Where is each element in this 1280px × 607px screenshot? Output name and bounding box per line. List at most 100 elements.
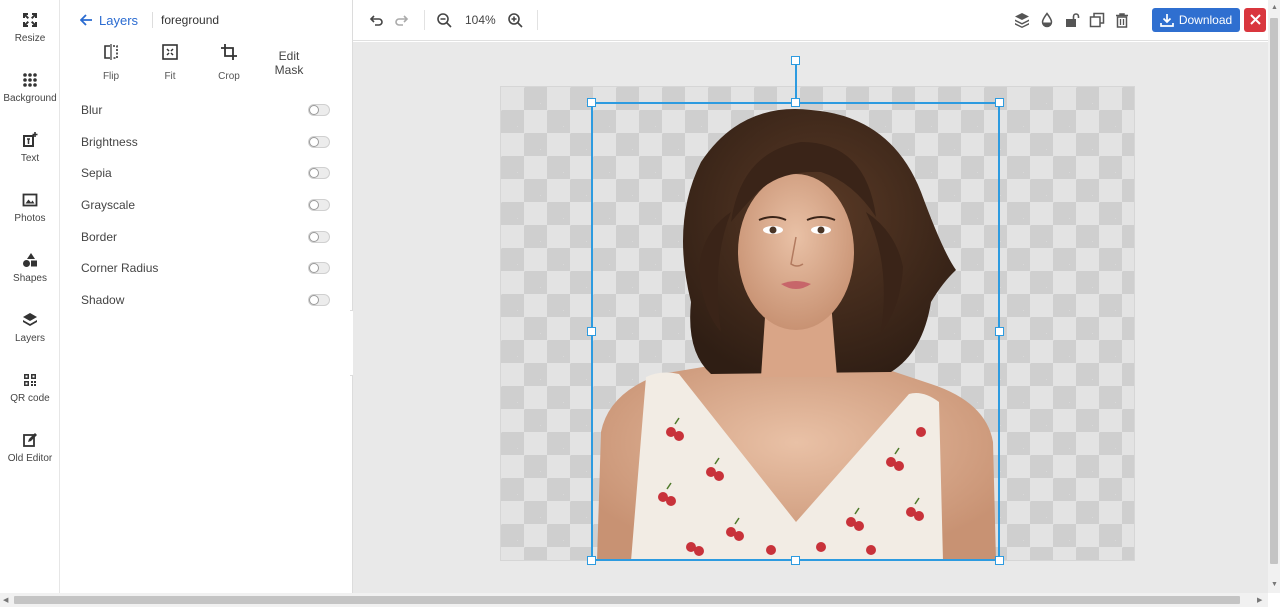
edit-mask-button[interactable]: Edit Mask <box>263 49 315 77</box>
effect-label: Sepia <box>81 166 112 180</box>
download-button[interactable]: Download <box>1152 8 1240 32</box>
resize-handle-bottom-right[interactable] <box>995 556 1004 565</box>
crop-button[interactable]: Crop <box>204 42 254 88</box>
top-toolbar: 104% Download <box>353 0 1270 41</box>
left-rail: Resize Background Text Photos Shapes Lay… <box>0 0 60 593</box>
layers-icon <box>0 312 60 332</box>
edit-icon <box>0 432 60 452</box>
rail-item-old-editor[interactable]: Old Editor <box>0 430 60 480</box>
effect-label: Blur <box>81 103 103 117</box>
crop-label: Crop <box>218 71 240 82</box>
flip-icon <box>86 44 136 66</box>
unlock-icon <box>1066 13 1080 27</box>
resize-handle-top[interactable] <box>791 98 800 107</box>
resize-handle-top-left[interactable] <box>587 98 596 107</box>
horizontal-scroll-thumb[interactable] <box>14 596 1240 604</box>
rail-item-shapes[interactable]: Shapes <box>0 250 60 300</box>
layer-order-button[interactable] <box>1012 10 1032 30</box>
shadow-toggle[interactable] <box>308 294 330 306</box>
scroll-up-icon[interactable]: ▲ <box>1271 4 1278 11</box>
zoom-in-icon <box>508 13 523 28</box>
corner-radius-toggle[interactable] <box>308 262 330 274</box>
rail-item-photos[interactable]: Photos <box>0 190 60 240</box>
resize-handle-right[interactable] <box>995 327 1004 336</box>
effect-row-sepia: Sepia <box>80 162 332 184</box>
rotate-handle[interactable] <box>791 56 800 65</box>
flip-button[interactable]: Flip <box>86 42 136 88</box>
download-icon <box>1159 14 1174 27</box>
toolbar-divider <box>424 10 425 30</box>
zoom-level[interactable]: 104% <box>465 13 496 27</box>
opacity-button[interactable] <box>1037 10 1057 30</box>
zoom-in-button[interactable] <box>505 10 525 30</box>
horizontal-scrollbar[interactable]: ◀ ▶ <box>0 593 1268 607</box>
rail-item-label: Background <box>3 93 57 104</box>
back-to-layers-link[interactable]: Layers <box>80 11 138 29</box>
border-toggle[interactable] <box>308 231 330 243</box>
layers-stack-icon <box>1015 13 1029 28</box>
fit-label: Fit <box>164 71 176 82</box>
selection-box <box>591 102 1000 561</box>
scroll-right-icon[interactable]: ▶ <box>1257 596 1262 604</box>
redo-button[interactable] <box>392 10 412 30</box>
scroll-down-icon[interactable]: ▼ <box>1271 581 1278 588</box>
rail-item-label: Shapes <box>13 273 47 284</box>
add-text-icon <box>0 132 60 152</box>
header-divider <box>152 12 153 28</box>
grayscale-toggle[interactable] <box>308 199 330 211</box>
effect-row-brightness: Brightness <box>80 131 332 153</box>
resize-handle-top-right[interactable] <box>995 98 1004 107</box>
fit-button[interactable]: Fit <box>145 42 195 88</box>
vertical-scrollbar[interactable]: ▲ ▼ <box>1268 0 1280 593</box>
effect-label: Shadow <box>81 293 125 307</box>
effect-label: Grayscale <box>81 198 136 212</box>
redo-icon <box>395 15 409 26</box>
fit-icon <box>145 44 195 66</box>
brightness-toggle[interactable] <box>308 136 330 148</box>
resize-handle-left[interactable] <box>587 327 596 336</box>
rail-item-text[interactable]: Text <box>0 130 60 180</box>
vertical-scroll-thumb[interactable] <box>1270 18 1278 564</box>
duplicate-button[interactable] <box>1087 10 1107 30</box>
effect-row-grayscale: Grayscale <box>80 194 332 216</box>
editor-app: Resize Background Text Photos Shapes Lay… <box>0 0 1280 607</box>
zoom-out-button[interactable] <box>434 10 454 30</box>
effect-row-blur: Blur <box>80 99 332 121</box>
close-icon <box>1249 14 1261 25</box>
rail-item-label: Photos <box>14 213 46 224</box>
close-button[interactable] <box>1244 8 1266 32</box>
panel-header: Layers foreground <box>60 0 353 40</box>
lock-button[interactable] <box>1062 10 1082 30</box>
zoom-out-icon <box>437 13 452 28</box>
flip-label: Flip <box>102 71 120 82</box>
duplicate-icon <box>1089 12 1105 28</box>
rail-item-qr-code[interactable]: QR code <box>0 370 60 420</box>
blur-toggle[interactable] <box>308 104 330 116</box>
arrow-left-icon <box>80 14 92 26</box>
effect-label: Brightness <box>81 135 138 149</box>
image-icon <box>0 192 60 212</box>
effect-label: Border <box>81 230 118 244</box>
rail-item-label: Layers <box>14 333 45 344</box>
undo-button[interactable] <box>366 10 386 30</box>
grid-dots-icon <box>0 72 60 92</box>
trash-icon <box>1116 13 1128 28</box>
rail-item-background[interactable]: Background <box>0 70 60 120</box>
resize-icon <box>0 12 60 32</box>
delete-button[interactable] <box>1112 10 1132 30</box>
back-link-label: Layers <box>99 12 139 28</box>
rail-item-layers[interactable]: Layers <box>0 310 60 360</box>
resize-handle-bottom[interactable] <box>791 556 800 565</box>
scroll-left-icon[interactable]: ◀ <box>3 596 8 604</box>
rail-item-label: QR code <box>10 393 50 404</box>
rail-item-label: Text <box>20 153 40 164</box>
layer-settings-panel: Layers foreground Flip Fit Crop Edit Mas… <box>60 0 353 593</box>
sepia-toggle[interactable] <box>308 167 330 179</box>
resize-handle-bottom-left[interactable] <box>587 556 596 565</box>
crop-icon <box>204 44 254 66</box>
shapes-icon <box>0 252 60 272</box>
rail-item-resize[interactable]: Resize <box>0 10 60 60</box>
download-label: Download <box>1178 13 1233 27</box>
layer-name: foreground <box>161 13 220 27</box>
rail-item-label: Old Editor <box>7 453 53 464</box>
